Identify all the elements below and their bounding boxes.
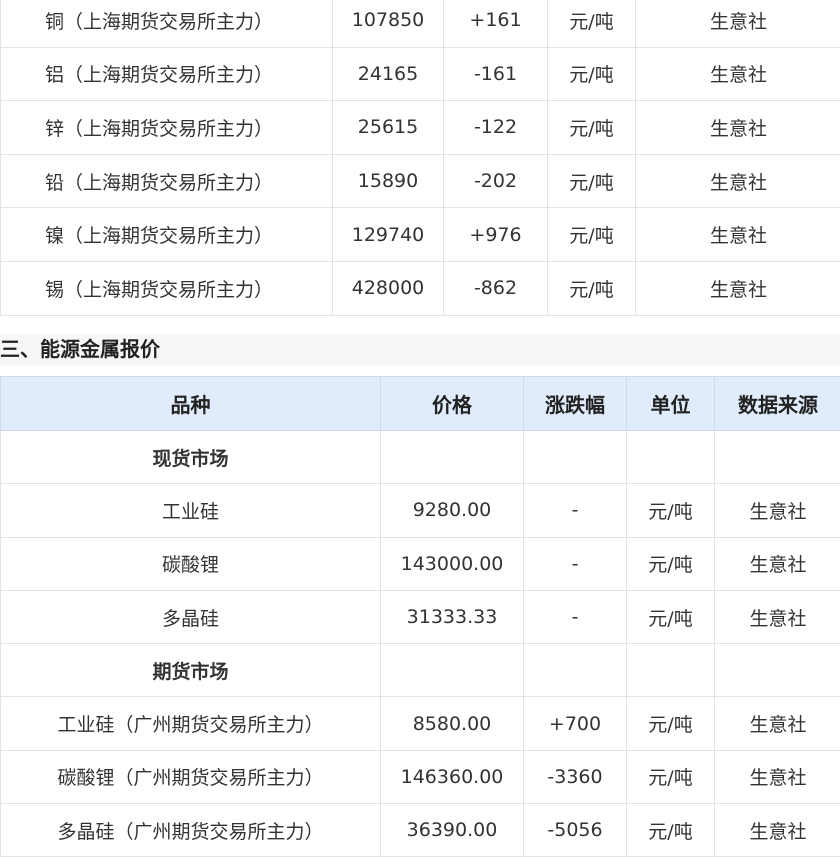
variety-cell: 镍（上海期货交易所主力） bbox=[1, 208, 333, 262]
price-cell: 36390.00 bbox=[381, 804, 524, 857]
variety-cell: 碳酸锂 bbox=[1, 537, 381, 590]
variety-cell: 铜（上海期货交易所主力） bbox=[1, 0, 333, 47]
source-cell: 生意社 bbox=[715, 697, 840, 750]
unit-cell: 元/吨 bbox=[627, 804, 715, 857]
section-title: 三、能源金属报价 bbox=[0, 334, 840, 365]
table-row: 工业硅 9280.00 - 元/吨 生意社 bbox=[1, 484, 840, 537]
table-header-row: 品种 价格 涨跌幅 单位 数据来源 bbox=[1, 377, 840, 431]
unit-cell: 元/吨 bbox=[548, 154, 636, 208]
unit-cell: 元/吨 bbox=[627, 590, 715, 643]
variety-cell: 碳酸锂（广州期货交易所主力） bbox=[1, 750, 381, 803]
variety-cell: 锡（上海期货交易所主力） bbox=[1, 261, 333, 315]
price-cell: 25615 bbox=[333, 101, 444, 155]
price-cell: 31333.33 bbox=[381, 590, 524, 643]
change-cell: -862 bbox=[444, 261, 548, 315]
variety-cell: 工业硅 bbox=[1, 484, 381, 537]
price-cell: 15890 bbox=[333, 154, 444, 208]
group-label: 现货市场 bbox=[1, 431, 381, 484]
source-cell: 生意社 bbox=[715, 590, 840, 643]
variety-cell: 铅（上海期货交易所主力） bbox=[1, 154, 333, 208]
source-cell: 生意社 bbox=[715, 537, 840, 590]
variety-cell: 铝（上海期货交易所主力） bbox=[1, 47, 333, 101]
table-row: 多晶硅 31333.33 - 元/吨 生意社 bbox=[1, 590, 840, 643]
table-row: 铜（上海期货交易所主力） 107850 +161 元/吨 生意社 bbox=[1, 0, 840, 47]
energy-metals-table: 品种 价格 涨跌幅 单位 数据来源 现货市场 工业硅 9280.00 - 元/吨… bbox=[0, 376, 840, 857]
change-cell: -122 bbox=[444, 101, 548, 155]
unit-cell: 元/吨 bbox=[548, 47, 636, 101]
source-cell: 生意社 bbox=[636, 47, 840, 101]
unit-cell: 元/吨 bbox=[548, 101, 636, 155]
header-variety: 品种 bbox=[1, 377, 381, 431]
change-cell: - bbox=[524, 537, 627, 590]
change-cell: +976 bbox=[444, 208, 548, 262]
change-cell: - bbox=[524, 590, 627, 643]
source-cell: 生意社 bbox=[715, 484, 840, 537]
group-row: 现货市场 bbox=[1, 431, 840, 484]
change-cell: -202 bbox=[444, 154, 548, 208]
header-change: 涨跌幅 bbox=[524, 377, 627, 431]
variety-cell: 多晶硅（广州期货交易所主力） bbox=[1, 804, 381, 857]
source-cell: 生意社 bbox=[715, 750, 840, 803]
table-row: 铅（上海期货交易所主力） 15890 -202 元/吨 生意社 bbox=[1, 154, 840, 208]
table-row: 锡（上海期货交易所主力） 428000 -862 元/吨 生意社 bbox=[1, 261, 840, 315]
variety-cell: 多晶硅 bbox=[1, 590, 381, 643]
change-cell: -161 bbox=[444, 47, 548, 101]
header-price: 价格 bbox=[381, 377, 524, 431]
table-row: 多晶硅（广州期货交易所主力） 36390.00 -5056 元/吨 生意社 bbox=[1, 804, 840, 857]
change-cell: +700 bbox=[524, 697, 627, 750]
header-source: 数据来源 bbox=[715, 377, 840, 431]
table-row: 铝（上海期货交易所主力） 24165 -161 元/吨 生意社 bbox=[1, 47, 840, 101]
variety-cell: 锌（上海期货交易所主力） bbox=[1, 101, 333, 155]
group-label: 期货市场 bbox=[1, 644, 381, 697]
price-cell: 107850 bbox=[333, 0, 444, 47]
variety-cell: 工业硅（广州期货交易所主力） bbox=[1, 697, 381, 750]
price-cell: 146360.00 bbox=[381, 750, 524, 803]
source-cell: 生意社 bbox=[636, 208, 840, 262]
unit-cell: 元/吨 bbox=[548, 0, 636, 47]
unit-cell: 元/吨 bbox=[627, 750, 715, 803]
change-cell: -5056 bbox=[524, 804, 627, 857]
source-cell: 生意社 bbox=[715, 804, 840, 857]
change-cell: +161 bbox=[444, 0, 548, 47]
price-cell: 428000 bbox=[333, 261, 444, 315]
change-cell: - bbox=[524, 484, 627, 537]
price-cell: 143000.00 bbox=[381, 537, 524, 590]
change-cell: -3360 bbox=[524, 750, 627, 803]
source-cell: 生意社 bbox=[636, 154, 840, 208]
source-cell: 生意社 bbox=[636, 261, 840, 315]
unit-cell: 元/吨 bbox=[627, 537, 715, 590]
unit-cell: 元/吨 bbox=[627, 697, 715, 750]
table-row: 锌（上海期货交易所主力） 25615 -122 元/吨 生意社 bbox=[1, 101, 840, 155]
price-cell: 9280.00 bbox=[381, 484, 524, 537]
unit-cell: 元/吨 bbox=[548, 208, 636, 262]
price-cell: 8580.00 bbox=[381, 697, 524, 750]
header-unit: 单位 bbox=[627, 377, 715, 431]
price-cell: 129740 bbox=[333, 208, 444, 262]
nonferrous-metals-table: 铜（上海期货交易所主力） 107850 +161 元/吨 生意社 铝（上海期货交… bbox=[0, 0, 840, 316]
unit-cell: 元/吨 bbox=[548, 261, 636, 315]
table-row: 碳酸锂（广州期货交易所主力） 146360.00 -3360 元/吨 生意社 bbox=[1, 750, 840, 803]
unit-cell: 元/吨 bbox=[627, 484, 715, 537]
table-row: 镍（上海期货交易所主力） 129740 +976 元/吨 生意社 bbox=[1, 208, 840, 262]
group-row: 期货市场 bbox=[1, 644, 840, 697]
price-cell: 24165 bbox=[333, 47, 444, 101]
source-cell: 生意社 bbox=[636, 101, 840, 155]
table-row: 工业硅（广州期货交易所主力） 8580.00 +700 元/吨 生意社 bbox=[1, 697, 840, 750]
source-cell: 生意社 bbox=[636, 0, 840, 47]
table-row: 碳酸锂 143000.00 - 元/吨 生意社 bbox=[1, 537, 840, 590]
